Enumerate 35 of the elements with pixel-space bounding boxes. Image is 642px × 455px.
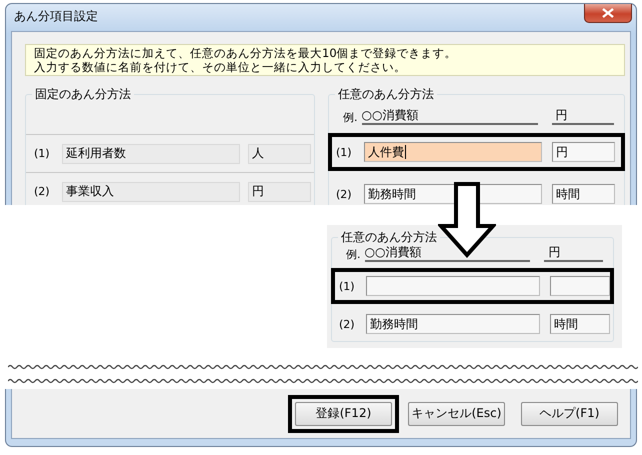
text-cursor [405, 145, 406, 159]
text-field[interactable]: 勤務時間 [366, 314, 540, 334]
close-icon [602, 8, 614, 18]
example-name: ○○消費額 [362, 108, 538, 125]
example-unit: 円 [544, 245, 603, 262]
example-label: 例. [346, 247, 360, 262]
group-title: 任意のあん分方法 [338, 229, 440, 245]
down-arrow-icon [438, 182, 496, 258]
group-title: 任意のあん分方法 [335, 86, 437, 102]
dialog-button[interactable]: ヘルプ(F1) [521, 402, 618, 426]
dialog-button[interactable]: 登録(F12) [295, 402, 392, 426]
text-field[interactable]: 人件費 [364, 142, 542, 162]
text-field[interactable] [366, 276, 540, 296]
notice-text: 入力する数値に名前を付けて、その単位と一緒に入力してください。 [34, 60, 407, 74]
example-label: 例. [343, 110, 358, 125]
row-number: (1) [336, 146, 353, 158]
dialog-button[interactable]: キャンセル(Esc) [408, 402, 505, 426]
text-field[interactable]: 円 [552, 142, 615, 162]
notice-text: 固定のあん分方法に加えて、任意のあん分方法を最大10個まで登録できます。 [34, 46, 458, 60]
row-number: (2) [34, 185, 51, 198]
text-field[interactable] [550, 276, 610, 296]
row-number: (1) [34, 147, 51, 160]
row-number: (2) [336, 188, 353, 200]
close-button[interactable] [584, 4, 632, 23]
text-field[interactable]: 時間 [552, 184, 615, 204]
text-field[interactable]: 延利用者数 [62, 144, 240, 164]
row-number: (2) [339, 318, 356, 330]
text-field[interactable]: 時間 [550, 314, 610, 334]
text-field[interactable]: 円 [248, 182, 311, 202]
text-field[interactable]: 事業収入 [62, 182, 240, 202]
text-field[interactable]: 人 [248, 144, 311, 164]
group-title: 固定のあん分方法 [32, 86, 134, 102]
row-number: (1) [339, 280, 356, 292]
window-title: あん分項目設定 [14, 8, 98, 25]
example-unit: 円 [552, 108, 614, 125]
